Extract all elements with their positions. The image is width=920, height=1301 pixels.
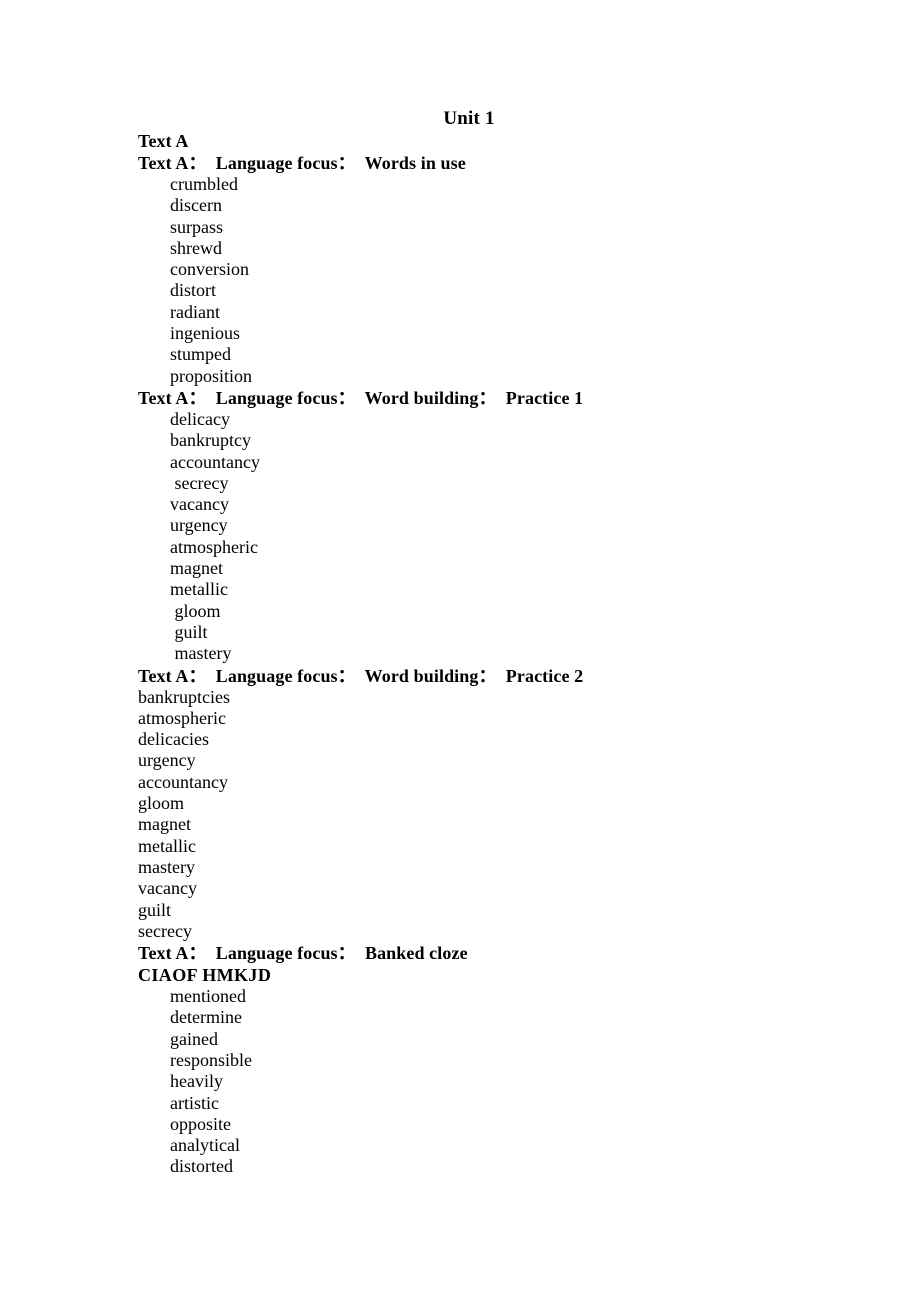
answer-word: accountancy: [170, 451, 260, 472]
answer-word: mentioned: [170, 986, 246, 1007]
answer-word: opposite: [170, 1113, 231, 1134]
answer-word: magnet: [170, 558, 223, 579]
section-heading: Text A： Language focus： Word building： P…: [138, 387, 584, 408]
section-heading: Text A： Language focus： Banked cloze: [138, 943, 468, 964]
answer-word-list: delicacy bankruptcy accountancy secrecy vac…: [0, 409, 920, 665]
answer-word: delicacies: [138, 729, 209, 750]
section-heading: Text A： Language focus： Word building： P…: [138, 665, 584, 686]
answer-word: determine: [170, 1007, 242, 1028]
answer-word: atmospheric: [170, 536, 258, 557]
answer-word: urgency: [170, 515, 228, 536]
answer-word: proposition: [170, 365, 253, 386]
answer-word: vacancy: [138, 878, 197, 899]
answer-word: secrecy: [170, 472, 229, 493]
answer-word: delicacy: [170, 408, 230, 429]
answer-word: shrewd: [170, 237, 222, 258]
answer-word-list: bankruptcies atmospheric delicacies urgency…: [0, 687, 920, 943]
answer-word: stumped: [170, 344, 231, 365]
answer-word: guilt: [138, 899, 172, 920]
answer-word: ingenious: [170, 323, 240, 344]
answer-word: crumbled: [170, 174, 238, 194]
answer-key: CIAOF HMKJD: [138, 965, 272, 986]
answer-word: gloom: [138, 793, 185, 814]
document-section: Text A: [0, 130, 920, 152]
answer-word: distort: [170, 280, 217, 301]
answer-word: magnet: [138, 814, 191, 835]
answer-word: discern: [170, 195, 222, 216]
section-heading: Text A： Language focus： Words in use: [138, 153, 466, 173]
answer-word: metallic: [170, 579, 228, 600]
answer-word: guilt: [170, 621, 208, 642]
document-page: Unit 1 Text A Text A： Language focus： Wor…: [0, 0, 920, 1301]
document-body: Unit 1 Text A Text A： Language focus： Wor…: [0, 108, 920, 1178]
answer-word: surpass: [170, 216, 223, 237]
answer-word: artistic: [170, 1092, 219, 1113]
answer-word: analytical: [170, 1135, 240, 1156]
answer-word: mastery: [138, 856, 195, 877]
answer-word: radiant: [170, 301, 220, 322]
answer-word: distorted: [170, 1156, 233, 1177]
section-heading: Text A: [138, 131, 189, 151]
answer-word: accountancy: [138, 771, 228, 792]
answer-word: secrecy: [138, 920, 192, 941]
answer-word: conversion: [170, 259, 249, 280]
answer-word: bankruptcies: [138, 686, 230, 707]
page-title: Unit 1: [443, 108, 495, 129]
document-section: Text A： Language focus： Word building： P…: [0, 665, 920, 943]
answer-word: gained: [170, 1028, 218, 1049]
answer-word: bankruptcy: [170, 430, 251, 451]
answer-word: urgency: [138, 750, 196, 771]
document-section: Text A： Language focus： Word building： P…: [0, 387, 920, 665]
answer-word: responsible: [170, 1049, 252, 1070]
answer-word: gloom: [170, 600, 221, 621]
answer-word-list: mentioned determine gained responsible heavi…: [0, 986, 920, 1178]
answer-word: heavily: [170, 1071, 223, 1092]
answer-word-list: crumbled discern surpass shrewd conversion di…: [0, 174, 920, 387]
answer-word: metallic: [138, 835, 196, 856]
answer-word: atmospheric: [138, 707, 226, 728]
document-section: Text A： Language focus： Words in use crum…: [0, 152, 920, 387]
document-section: Text A： Language focus： Banked cloze CIAO…: [0, 942, 920, 1178]
answer-word: mastery: [170, 643, 232, 664]
answer-word: vacancy: [170, 494, 229, 515]
sections-container: Text A Text A： Language focus： Words in u…: [0, 130, 920, 1178]
